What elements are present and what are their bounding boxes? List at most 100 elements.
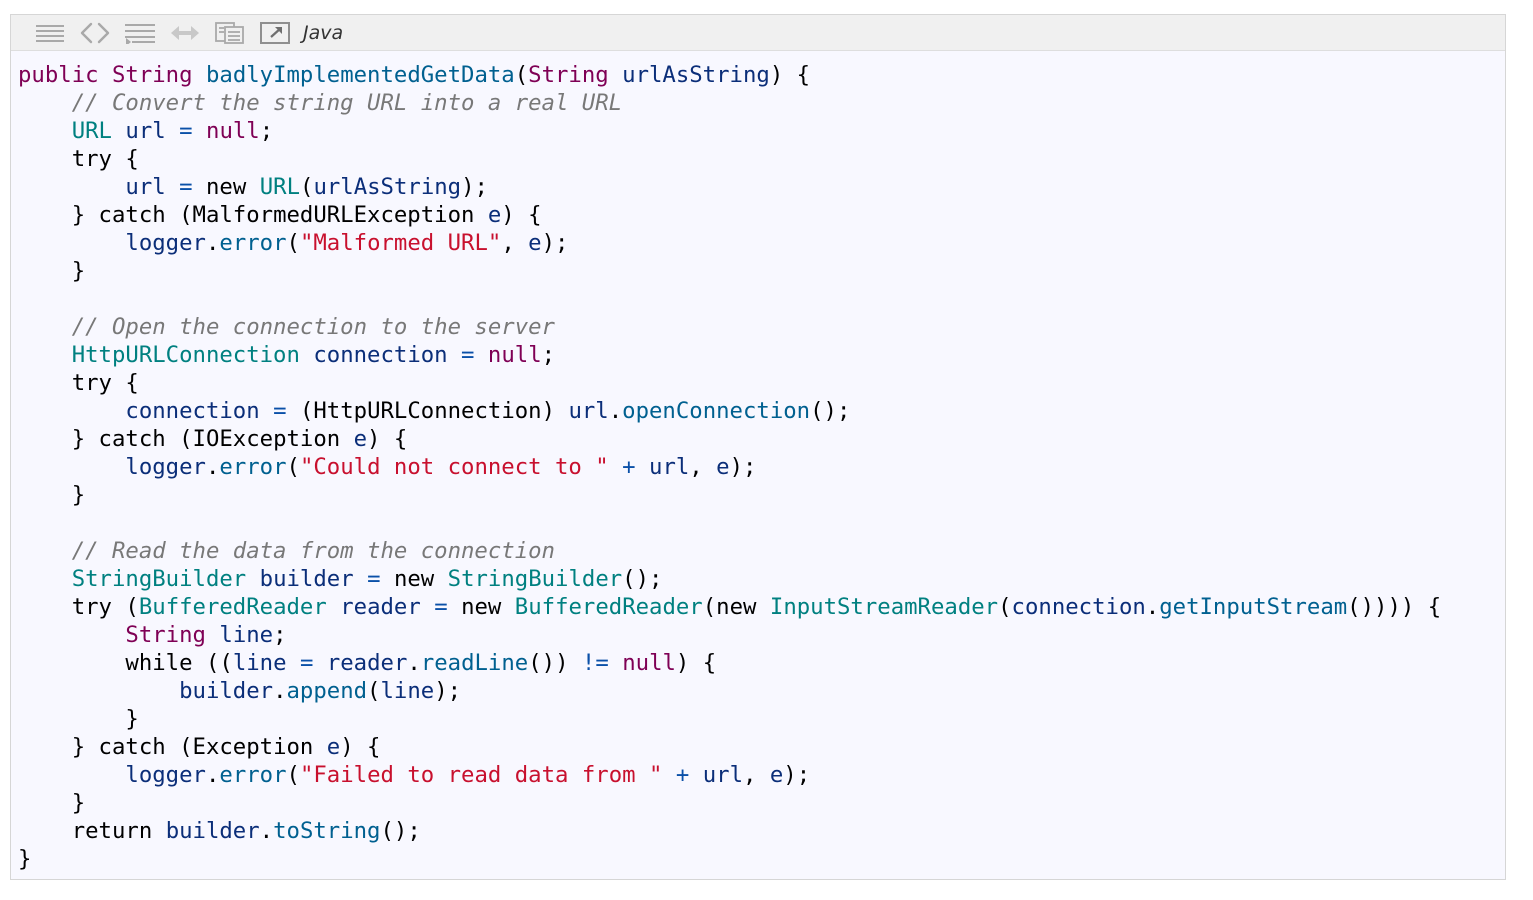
code-token: connection [313,342,448,368]
code-token: + [675,762,690,788]
code-token: reader [326,650,408,676]
code-line: try (BufferedReader reader = new Buffere… [18,593,1441,621]
code-token: line [219,622,274,648]
code-line: URL url = null; [18,117,1441,145]
code-token: builder [179,678,274,704]
code-token: . [259,818,274,844]
code-token: String [125,622,206,648]
code-token: ()))) { [1347,594,1442,620]
code-token: { [111,146,139,172]
code-token: } [18,426,99,452]
wrap-icon[interactable] [123,20,157,46]
code-token: getInputStream [1159,594,1348,620]
code-token: StringBuilder [71,566,247,592]
code-token: . [205,230,220,256]
code-token: logger [125,762,206,788]
code-token: URL [259,174,300,200]
code-token: String [111,62,193,88]
code-token: ); [434,678,462,704]
code-token: } [18,790,86,816]
code-token: line [232,650,287,676]
code-token: ; [541,342,556,368]
code-token: ) { [675,650,717,676]
code-token: e [769,762,784,788]
code-line: while ((line = reader.readLine()) != nul… [18,649,1441,677]
code-token: "Could not connect to " [299,454,609,480]
code-token: } [18,482,86,508]
code-token: ( [111,594,139,620]
code-token: ) { [340,734,381,760]
code-token: ); [461,174,488,200]
code-token: BufferedReader [514,594,703,620]
code-token: catch [98,426,166,452]
code-token: , [501,230,529,256]
code-token: { [111,370,139,396]
code-token: urlAsString [313,174,462,200]
code-token: connection [125,398,260,424]
code-line: // Read the data from the connection [18,537,1441,565]
code-token: logger [125,454,206,480]
code-token: url [125,174,166,200]
code-token: return [71,818,153,844]
code-token: ); [729,454,757,480]
code-token: ( [702,594,717,620]
code-token: = [179,174,193,200]
code-token: . [273,678,287,704]
code-icon[interactable] [78,20,112,46]
code-token: e [528,230,542,256]
code-token: builder [259,566,354,592]
code-token: while [125,650,193,676]
code-token: } [18,706,139,732]
code-token: error [219,762,287,788]
code-line: return builder.toString(); [18,817,1441,845]
copy-icon[interactable] [213,20,247,46]
code-line: public String badlyImplementedGetData(St… [18,61,1441,89]
code-token: StringBuilder [447,566,623,592]
code-token: // Open the connection to the server [71,314,555,340]
code-token: ; [259,118,274,144]
code-line: } [18,789,1441,817]
code-token: readLine [420,650,529,676]
expand-icon[interactable] [168,20,202,46]
code-token: ) { [367,426,408,452]
code-block: Java public String badlyImplementedGetDa… [10,14,1506,880]
code-token: ( [998,594,1012,620]
code-line: } [18,845,1441,873]
view-source-icon[interactable] [33,20,67,46]
code-token: null [622,650,676,676]
code-line: builder.append(line); [18,677,1441,705]
code-token: new [393,566,435,592]
code-token: , [743,762,770,788]
code-token: null [206,118,260,144]
code-token: logger [125,230,206,256]
code-token: url [125,118,166,144]
popup-icon[interactable] [258,20,292,46]
code-content[interactable]: public String badlyImplementedGetData(St… [18,61,1441,873]
code-token: line [380,678,435,704]
code-token: BufferedReader [138,594,327,620]
code-token: ); [541,230,569,256]
code-token: . [205,454,220,480]
language-label: Java [303,21,344,44]
